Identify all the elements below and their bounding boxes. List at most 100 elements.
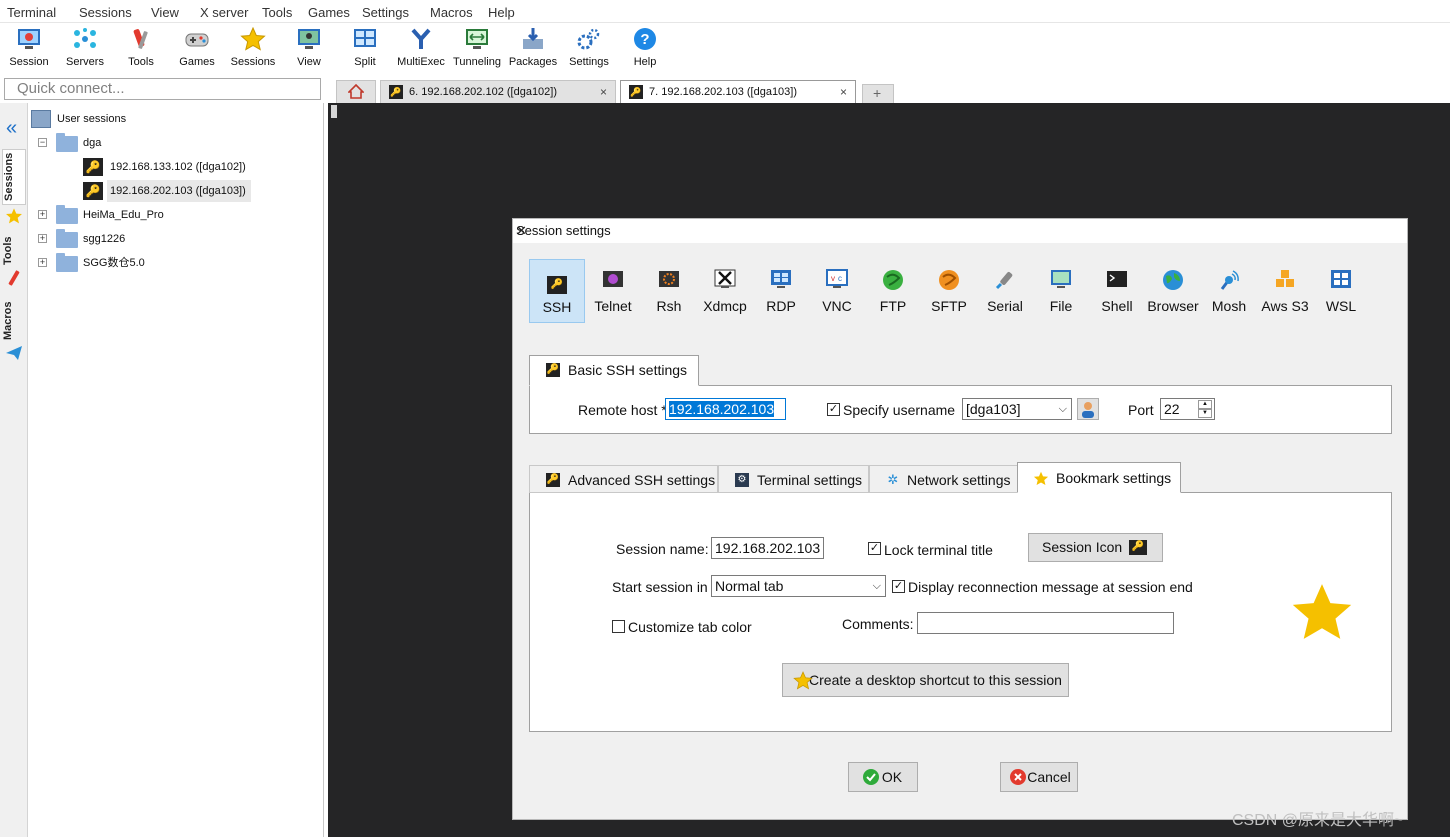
macros-side-tab[interactable]: Macros bbox=[2, 298, 26, 343]
comments-input[interactable] bbox=[917, 612, 1174, 634]
toolbar-session-button[interactable]: Session bbox=[1, 25, 57, 73]
toolbar-split-button[interactable]: Split bbox=[337, 25, 393, 73]
session-type-rsh[interactable]: Rsh bbox=[641, 259, 697, 323]
expand-toggle-icon[interactable]: + bbox=[38, 234, 47, 243]
ssh-key-icon: 🔑 bbox=[1129, 540, 1147, 555]
bookmark-star-icon bbox=[1292, 584, 1352, 639]
advanced-settings-panel: Session name: 192.168.202.103 ([ ✓ Lock … bbox=[529, 492, 1392, 732]
session-name-label: Session name: bbox=[616, 541, 709, 557]
menu-sessions[interactable]: Sessions bbox=[79, 5, 132, 20]
menu-bar: Terminal Sessions View X server Tools Ga… bbox=[0, 0, 1450, 23]
tab-session-6[interactable]: 🔑 6. 192.168.202.102 ([dga102]) × bbox=[380, 80, 616, 103]
remote-host-input[interactable]: 192.168.202.103 bbox=[665, 398, 786, 420]
check-icon bbox=[863, 769, 879, 785]
servers-icon bbox=[72, 27, 98, 51]
toolbar-tools-button[interactable]: Tools bbox=[113, 25, 169, 73]
sessions-side-tab[interactable]: Sessions bbox=[2, 149, 26, 205]
session-type-file[interactable]: File bbox=[1033, 259, 1089, 323]
tab-bookmark-settings[interactable]: Bookmark settings bbox=[1017, 462, 1181, 493]
session-type-xdmcp[interactable]: Xdmcp bbox=[697, 259, 753, 323]
session-type-sftp[interactable]: SFTP bbox=[921, 259, 977, 323]
session-type-ftp[interactable]: FTP bbox=[865, 259, 921, 323]
session-name-input[interactable]: 192.168.202.103 ([ bbox=[711, 537, 824, 559]
ssh-key-icon: 🔑 bbox=[83, 182, 103, 200]
session-type-vnc[interactable]: vc VNC bbox=[809, 259, 865, 323]
dialog-close-icon[interactable]: ✕ bbox=[516, 223, 1399, 239]
folder-icon bbox=[56, 253, 78, 272]
multiexec-icon bbox=[408, 27, 434, 51]
menu-games[interactable]: Games bbox=[308, 5, 350, 20]
create-shortcut-button[interactable]: Create a desktop shortcut to this sessio… bbox=[782, 663, 1069, 697]
toolbar-multiexec-button[interactable]: MultiExec bbox=[393, 25, 449, 73]
specify-username-checkbox[interactable]: ✓ bbox=[827, 403, 840, 416]
session-settings-dialog: Session settings ✕ 🔑 SSH Telnet Rsh Xdmc… bbox=[512, 218, 1408, 820]
toolbar-sessions-button[interactable]: Sessions bbox=[225, 25, 281, 73]
menu-xserver[interactable]: X server bbox=[200, 5, 248, 20]
port-input[interactable]: 22 ▲ ▼ bbox=[1160, 398, 1215, 420]
tree-session-dga103[interactable]: 🔑 192.168.202.103 ([dga103]) bbox=[83, 180, 251, 202]
svg-text:c: c bbox=[838, 274, 842, 283]
tab-advanced-ssh-settings[interactable]: 🔑 Advanced SSH settings bbox=[529, 465, 718, 493]
toolbar-settings-button[interactable]: Settings bbox=[561, 25, 617, 73]
folder-icon bbox=[56, 205, 78, 224]
svg-text:v: v bbox=[831, 274, 835, 283]
menu-view[interactable]: View bbox=[151, 5, 179, 20]
start-session-select[interactable]: Normal tab ⌵ bbox=[711, 575, 886, 597]
session-type-browser[interactable]: Browser bbox=[1145, 259, 1201, 323]
toolbar-games-button[interactable]: Games bbox=[169, 25, 225, 73]
ok-button[interactable]: OK bbox=[848, 762, 918, 792]
session-type-shell[interactable]: Shell bbox=[1089, 259, 1145, 323]
toolbar-servers-button[interactable]: Servers bbox=[57, 25, 113, 73]
menu-macros[interactable]: Macros bbox=[430, 5, 473, 20]
collapse-icon[interactable]: « bbox=[6, 118, 17, 138]
session-type-mosh[interactable]: Mosh bbox=[1201, 259, 1257, 323]
menu-terminal[interactable]: Terminal bbox=[7, 5, 56, 20]
cancel-button[interactable]: Cancel bbox=[1000, 762, 1078, 792]
lock-terminal-title-checkbox[interactable]: ✓ bbox=[868, 542, 881, 555]
spin-up-icon[interactable]: ▲ bbox=[1198, 400, 1212, 409]
lock-terminal-title-label: Lock terminal title bbox=[884, 542, 993, 558]
cancel-icon bbox=[1010, 769, 1026, 785]
tab-basic-ssh-settings[interactable]: 🔑 Basic SSH settings bbox=[529, 355, 699, 386]
toolbar-tunneling-button[interactable]: Tunneling bbox=[449, 25, 505, 73]
session-type-telnet[interactable]: Telnet bbox=[585, 259, 641, 323]
browser-icon bbox=[1161, 269, 1185, 293]
session-type-serial[interactable]: Serial bbox=[977, 259, 1033, 323]
chevron-down-icon: ⌵ bbox=[1058, 403, 1067, 415]
tab-close-icon[interactable]: × bbox=[600, 81, 607, 103]
collapse-toggle-icon[interactable]: − bbox=[38, 138, 47, 147]
customize-tab-color-checkbox[interactable] bbox=[612, 620, 625, 633]
tab-terminal-settings[interactable]: ⚙ Terminal settings bbox=[718, 465, 869, 493]
tab-network-settings[interactable]: ✲ Network settings bbox=[869, 465, 1018, 493]
help-icon: ? bbox=[632, 27, 658, 51]
ftp-icon bbox=[881, 269, 905, 293]
menu-tools[interactable]: Tools bbox=[262, 5, 292, 20]
expand-toggle-icon[interactable]: + bbox=[38, 210, 47, 219]
user-manager-button[interactable] bbox=[1077, 398, 1099, 420]
rsh-icon bbox=[657, 269, 681, 293]
toolbar-help-button[interactable]: ? Help bbox=[617, 25, 673, 73]
expand-toggle-icon[interactable]: + bbox=[38, 258, 47, 267]
new-tab-button[interactable]: + bbox=[862, 84, 894, 103]
menu-settings[interactable]: Settings bbox=[362, 5, 409, 20]
tab-close-icon[interactable]: × bbox=[840, 81, 847, 103]
toolbar-packages-button[interactable]: Packages bbox=[505, 25, 561, 73]
tools-side-tab[interactable]: Tools bbox=[2, 233, 26, 269]
session-icon bbox=[16, 27, 42, 51]
toolbar-view-button[interactable]: View bbox=[281, 25, 337, 73]
reconnect-message-checkbox[interactable]: ✓ bbox=[892, 580, 905, 593]
spin-down-icon[interactable]: ▼ bbox=[1198, 409, 1212, 418]
home-tab[interactable] bbox=[336, 80, 376, 103]
quick-connect-input[interactable]: Quick connect... bbox=[4, 78, 321, 100]
session-type-ssh[interactable]: 🔑 SSH bbox=[529, 259, 585, 323]
toolbar: Session Servers Tools Games Sessions Vie… bbox=[0, 23, 1450, 75]
telnet-icon bbox=[601, 269, 625, 293]
session-type-aws-s3[interactable]: Aws S3 bbox=[1257, 259, 1313, 323]
settings-icon bbox=[576, 27, 602, 51]
tab-session-7[interactable]: 🔑 7. 192.168.202.103 ([dga103]) × bbox=[620, 80, 856, 103]
session-type-rdp[interactable]: RDP bbox=[753, 259, 809, 323]
username-select[interactable]: [dga103] ⌵ bbox=[962, 398, 1072, 420]
menu-help[interactable]: Help bbox=[488, 5, 515, 20]
session-type-wsl[interactable]: WSL bbox=[1313, 259, 1369, 323]
session-icon-button[interactable]: Session Icon 🔑 bbox=[1028, 533, 1163, 562]
